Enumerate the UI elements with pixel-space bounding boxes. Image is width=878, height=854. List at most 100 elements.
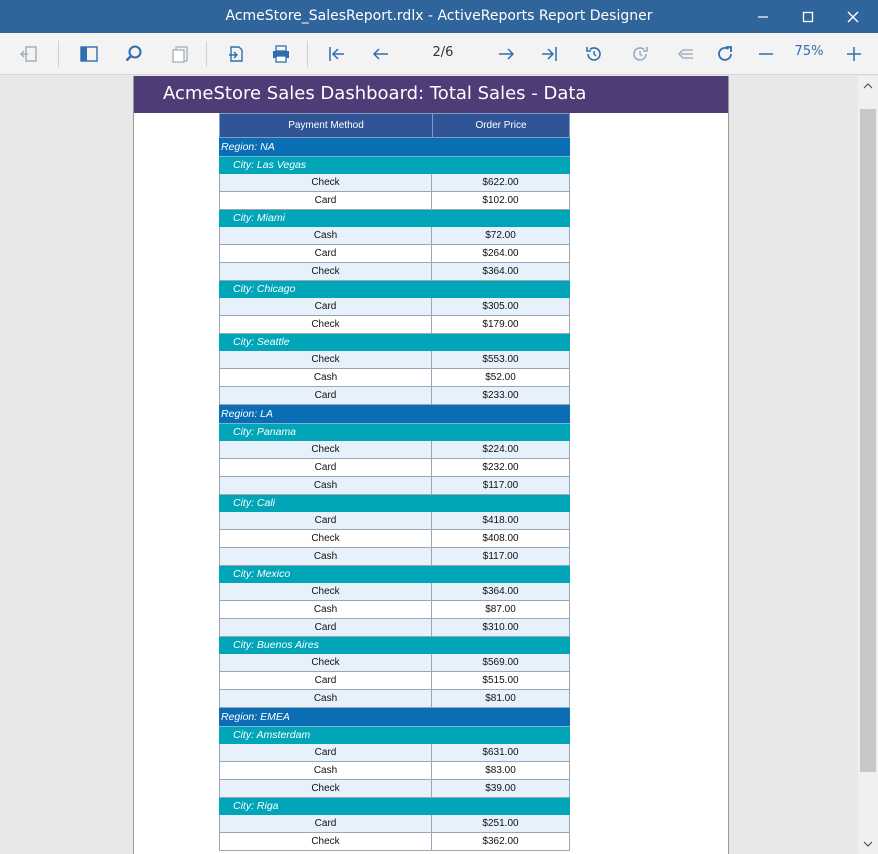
order-price-cell: $408.00	[482, 533, 519, 544]
order-price-cell: $418.00	[482, 515, 519, 526]
table-row: Cash $81.00	[219, 690, 570, 708]
table-row: Check $553.00	[219, 351, 570, 369]
order-price-cell: $310.00	[482, 622, 519, 633]
payment-method-cell: Card	[220, 619, 432, 636]
payment-method-cell: Cash	[220, 690, 432, 707]
vertical-scrollbar[interactable]	[858, 76, 878, 854]
payment-method-cell: Check	[220, 530, 432, 547]
city-group-header: City: Cali	[219, 495, 570, 512]
order-price-cell: $305.00	[482, 301, 519, 312]
first-page-icon[interactable]	[322, 40, 350, 68]
table-body: Region: NA City: Las Vegas Check $622.00 Car…	[219, 138, 570, 851]
table-row: Check $364.00	[219, 263, 570, 281]
previous-page-icon[interactable]	[367, 40, 395, 68]
table-row: Cash $83.00	[219, 762, 570, 780]
payment-method-cell: Check	[220, 351, 432, 368]
table-row: Check $224.00	[219, 441, 570, 459]
table-row: Card $102.00	[219, 192, 570, 210]
table-header: Payment Method Order Price	[219, 113, 570, 138]
city-group-header: City: Las Vegas	[219, 157, 570, 174]
table-row: Card $232.00	[219, 459, 570, 477]
order-price-cell: $364.00	[482, 586, 519, 597]
pages-icon[interactable]	[166, 40, 194, 68]
table-row: Cash $72.00	[219, 227, 570, 245]
parent-report-icon[interactable]	[671, 40, 699, 68]
history-back-icon[interactable]	[580, 40, 608, 68]
payment-method-cell: Card	[220, 245, 432, 262]
city-group-header: City: Buenos Aires	[219, 637, 570, 654]
order-price-cell: $224.00	[482, 444, 519, 455]
payment-method-cell: Cash	[220, 601, 432, 618]
order-price-cell: $364.00	[482, 266, 519, 277]
table-row: Card $233.00	[219, 387, 570, 405]
export-icon[interactable]	[222, 40, 250, 68]
zoom-level[interactable]: 75%	[786, 44, 832, 59]
report-title: AcmeStore Sales Dashboard: Total Sales -…	[134, 76, 728, 113]
table-row: Card $264.00	[219, 245, 570, 263]
payment-method-cell: Card	[220, 672, 432, 689]
table-row: Check $39.00	[219, 780, 570, 798]
table-row: Card $310.00	[219, 619, 570, 637]
order-price-cell: $622.00	[482, 177, 519, 188]
zoom-out-icon[interactable]	[752, 40, 780, 68]
table-row: Check $622.00	[219, 174, 570, 192]
order-price-cell: $87.00	[485, 604, 516, 615]
page-number-field[interactable]: 2/6	[418, 45, 468, 60]
city-group-header: City: Mexico	[219, 566, 570, 583]
payment-method-cell: Cash	[220, 369, 432, 386]
sidebar-toggle-icon[interactable]	[75, 40, 103, 68]
table-row: Card $251.00	[219, 815, 570, 833]
viewer-toolbar: 2/6 75%	[0, 33, 878, 75]
column-header-order-price: Order Price	[475, 120, 527, 131]
payment-method-cell: Check	[220, 833, 432, 850]
report-viewport[interactable]: AcmeStore Sales Dashboard: Total Sales -…	[0, 76, 858, 854]
order-price-cell: $179.00	[482, 319, 519, 330]
table-row: Card $305.00	[219, 298, 570, 316]
region-group-header: Region: LA	[219, 405, 570, 424]
order-price-cell: $251.00	[482, 818, 519, 829]
payment-method-cell: Check	[220, 654, 432, 671]
payment-method-cell: Cash	[220, 548, 432, 565]
maximize-button[interactable]	[785, 0, 831, 33]
table-row: Check $569.00	[219, 654, 570, 672]
order-price-cell: $264.00	[482, 248, 519, 259]
search-icon[interactable]	[120, 40, 148, 68]
print-icon[interactable]	[267, 40, 295, 68]
payment-method-cell: Card	[220, 744, 432, 761]
scrollbar-thumb[interactable]	[860, 109, 876, 772]
region-group-header: Region: EMEA	[219, 708, 570, 727]
next-page-icon[interactable]	[492, 40, 520, 68]
payment-method-cell: Check	[220, 316, 432, 333]
refresh-icon[interactable]	[711, 40, 739, 68]
order-price-cell: $117.00	[482, 551, 519, 562]
payment-method-cell: Card	[220, 387, 432, 404]
table-row: Cash $87.00	[219, 601, 570, 619]
order-price-cell: $83.00	[485, 765, 516, 776]
payment-method-cell: Card	[220, 512, 432, 529]
order-price-cell: $52.00	[485, 372, 516, 383]
close-button[interactable]	[830, 0, 876, 33]
order-price-cell: $631.00	[482, 747, 519, 758]
last-page-icon[interactable]	[536, 40, 564, 68]
table-row: Cash $52.00	[219, 369, 570, 387]
zoom-in-icon[interactable]	[840, 40, 868, 68]
table-row: Card $631.00	[219, 744, 570, 762]
table-row: Cash $117.00	[219, 548, 570, 566]
order-price-cell: $232.00	[482, 462, 519, 473]
scroll-up-icon[interactable]	[858, 76, 878, 96]
report-page: AcmeStore Sales Dashboard: Total Sales -…	[133, 76, 729, 854]
order-price-cell: $81.00	[485, 693, 516, 704]
table-row: Check $362.00	[219, 833, 570, 851]
order-price-cell: $102.00	[482, 195, 519, 206]
back-icon[interactable]	[14, 40, 42, 68]
table-row: Check $364.00	[219, 583, 570, 601]
scroll-down-icon[interactable]	[858, 834, 878, 854]
city-group-header: City: Amsterdam	[219, 727, 570, 744]
order-price-cell: $362.00	[482, 836, 519, 847]
payment-method-cell: Card	[220, 459, 432, 476]
city-group-header: City: Chicago	[219, 281, 570, 298]
minimize-button[interactable]	[740, 0, 786, 33]
history-forward-icon[interactable]	[626, 40, 654, 68]
city-group-header: City: Panama	[219, 424, 570, 441]
table-row: Card $418.00	[219, 512, 570, 530]
